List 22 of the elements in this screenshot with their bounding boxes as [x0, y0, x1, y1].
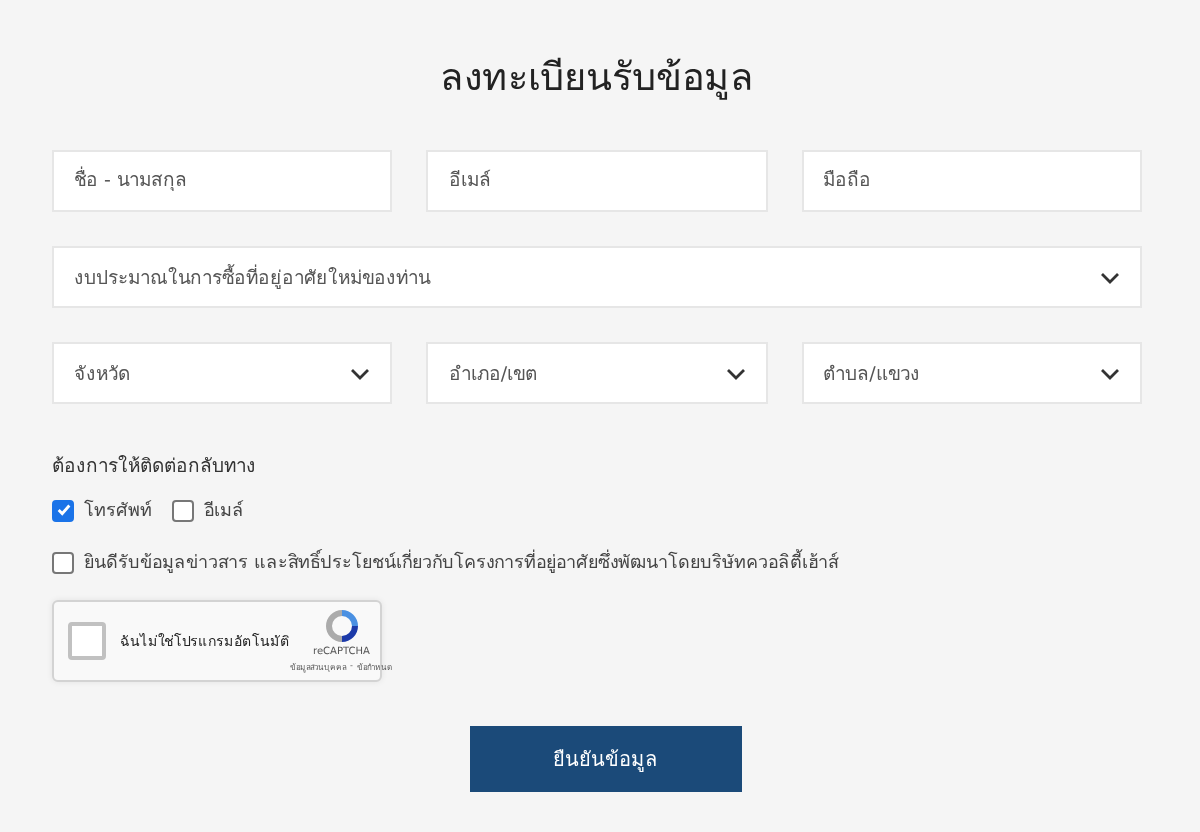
text-field[interactable]: มือถือ [801, 150, 1142, 212]
submit-button[interactable]: ยืนยันข้อมูล [469, 726, 741, 792]
location-dropdown[interactable]: อำเภอ/เขต [426, 342, 768, 404]
checkbox-label: โทรศัพท์ [84, 497, 152, 524]
text-field[interactable]: ชื่อ - นามสกุล [52, 150, 393, 212]
contact-label: ต้องการให้ติดต่อกลับทาง [52, 453, 258, 480]
chevron-down-icon [350, 367, 371, 379]
checkbox[interactable] [52, 551, 74, 573]
checkbox[interactable] [52, 499, 74, 521]
chevron-down-icon [1100, 271, 1120, 283]
budget-dropdown[interactable]: งบประมาณในการซื้อที่อยู่อาศัยใหม่ของท่าน [52, 246, 1142, 308]
consent-label: ยินดีรับข้อมูลข่าวสาร และสิทธิ์ประโยชน์เกี่ยวกับโครงการที่อยู่อาศัยซึ่งพัฒนาโดยบริษัทควอลิตี้เฮ้าส์ [84, 548, 838, 576]
chevron-down-icon [725, 367, 746, 379]
form-title: ลงทะเบียนรับข้อมูล [438, 54, 756, 104]
location-dropdown[interactable]: จังหวัด [52, 342, 393, 404]
chevron-down-icon [1099, 367, 1120, 379]
checkbox-label: อีเมล์ [204, 498, 244, 524]
text-field[interactable]: อีเมล์ [426, 150, 768, 212]
checkbox[interactable] [172, 499, 194, 521]
location-dropdown[interactable]: ตำบล/แขวง [801, 342, 1142, 404]
recaptcha-logo-icon [323, 608, 360, 644]
captcha-checkbox[interactable] [68, 622, 106, 660]
